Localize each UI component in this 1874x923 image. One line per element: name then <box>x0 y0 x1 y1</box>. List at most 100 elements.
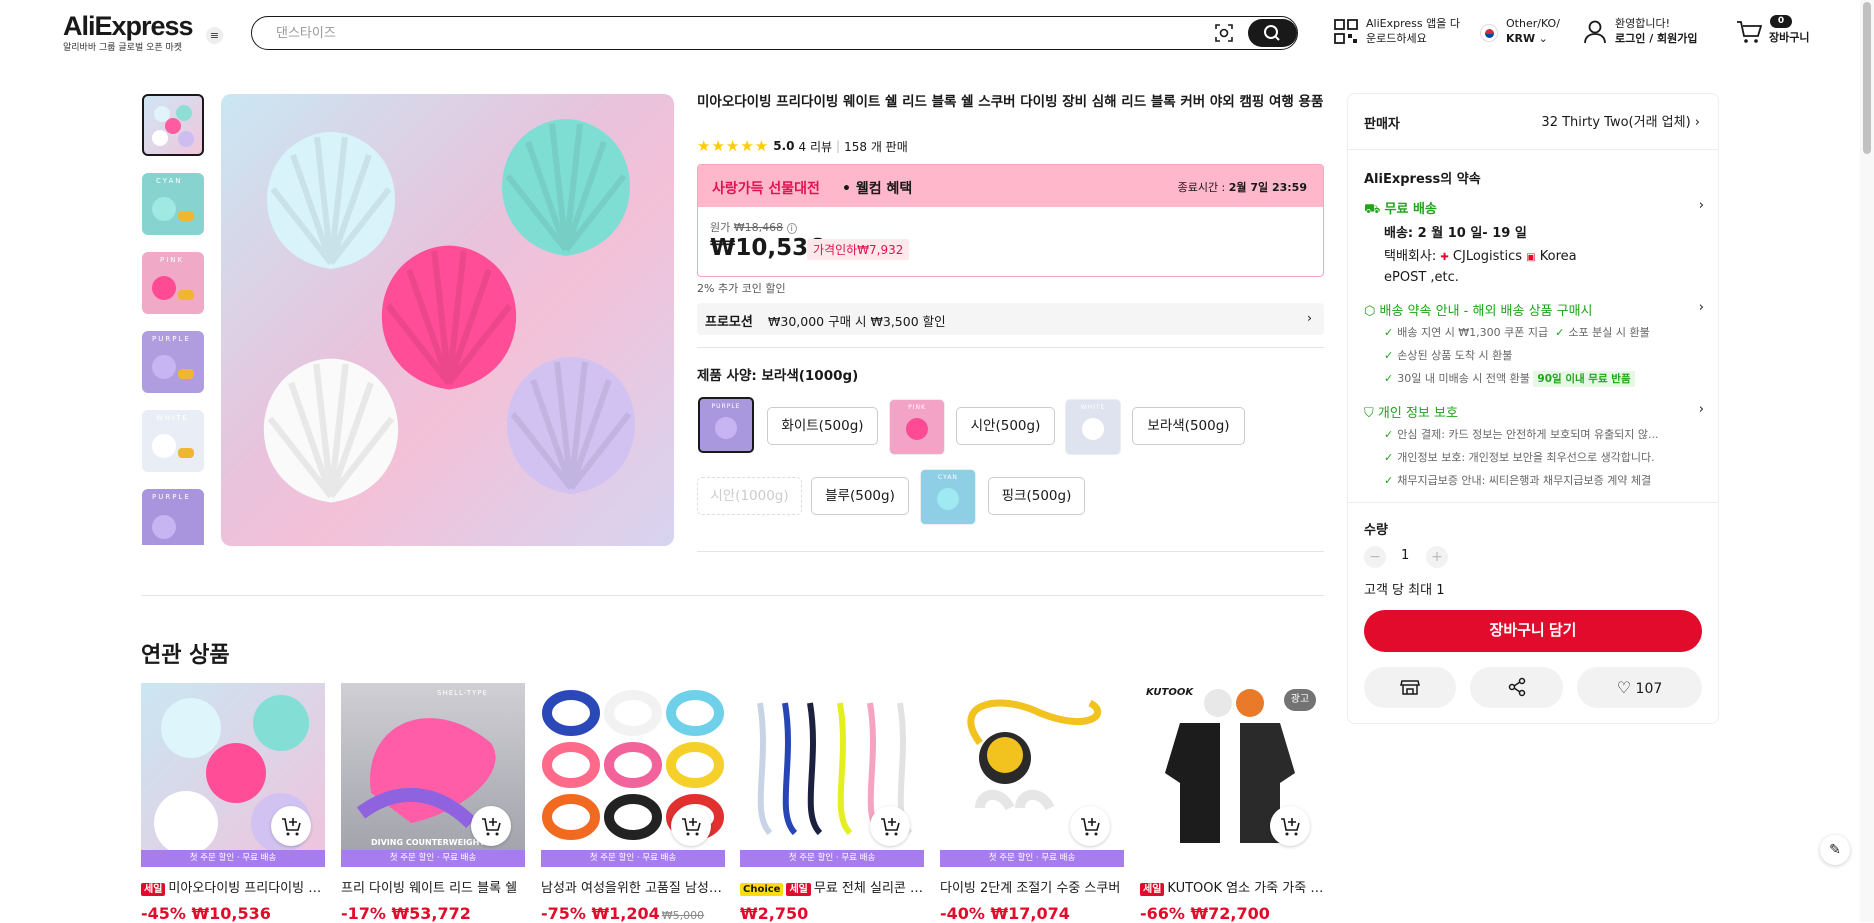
option-white[interactable]: WHITE <box>1065 399 1121 455</box>
related-product-card[interactable]: 첫 주문 할인 · 무료 배송 다이빙 2단계 조절기 수중 스쿠버 -40% … <box>940 683 1124 923</box>
product-price: -45% ₩10,536 <box>141 904 325 923</box>
download-app-link[interactable]: AliExpress 앱을 다 운로드하세요 <box>1366 16 1460 46</box>
add-to-cart-icon[interactable] <box>870 806 910 846</box>
add-to-cart-icon[interactable] <box>1070 806 1110 846</box>
review-count[interactable]: 4 리뷰 <box>799 138 833 155</box>
related-product-card[interactable]: 첫 주문 할인 · 무료 배송 Choice세일무료 전체 실리콘 스노클 ₩2… <box>740 683 924 923</box>
product-name: 다이빙 2단계 조절기 수중 스쿠버 <box>940 881 1121 896</box>
divider <box>697 551 1324 552</box>
page-scrollbar-thumb[interactable] <box>1863 2 1871 154</box>
thumbnail-1[interactable] <box>142 94 204 156</box>
thumbnail-2-label: CYAN <box>156 177 183 185</box>
quantity-decrease-button[interactable]: − <box>1364 546 1386 568</box>
privacy-title: 개인 정보 보호 <box>1377 406 1458 421</box>
thumbnail-3[interactable]: PINK <box>142 252 204 314</box>
user-icon[interactable] <box>1584 20 1606 44</box>
privacy-row[interactable]: ⛉ 개인 정보 보호 <box>1364 402 1458 421</box>
first-order-strip: 첫 주문 할인 · 무료 배송 <box>141 850 325 867</box>
divider <box>697 347 1324 348</box>
wishlist-button[interactable]: ♡ 107 <box>1577 667 1702 708</box>
guarantee-title: 배송 약속 안내 - 해외 배송 상품 구매시 <box>1379 304 1593 319</box>
menu-icon[interactable]: ≡ <box>206 27 223 44</box>
rating-row[interactable]: ★★★★★ 5.0 4 리뷰 | 158 개 판매 <box>697 137 908 155</box>
product-thumbnail: 첫 주문 할인 · 무료 배송 <box>541 683 725 867</box>
brand-name: AliExpress <box>63 11 194 41</box>
aliexpress-logo[interactable]: AliExpress 알리바바 그룹 글로벌 오픈 마켓 <box>63 11 194 53</box>
free-shipping-row[interactable]: ⛟ 무료 배송 <box>1364 198 1437 219</box>
option-cyan[interactable]: CYAN <box>920 469 976 525</box>
welcome-text: 환영합니다! <box>1615 17 1671 30</box>
option-purple-1000g[interactable]: PURPLE <box>698 397 754 453</box>
check-icon: ✓ <box>1384 451 1394 464</box>
seller-link[interactable]: 32 Thirty Two(거래 업체) › <box>1541 111 1700 130</box>
image-search-icon[interactable] <box>1213 22 1235 44</box>
add-to-cart-button[interactable]: 장바구니 담기 <box>1364 610 1702 652</box>
price-promo-box: 사랑가득 선물대전 • 웰컴 혜택 종료시간 : 2월 7일 23:59 원가 … <box>697 164 1324 277</box>
delivery-guarantee-row[interactable]: ⬡ 배송 약속 안내 - 해외 배송 상품 구매시 <box>1364 300 1593 319</box>
product-price: -40% ₩17,074 <box>940 904 1124 923</box>
shield-icon: ⛉ <box>1364 406 1374 421</box>
cart-label[interactable]: 장바구니 <box>1769 30 1809 45</box>
add-to-cart-icon[interactable] <box>671 806 711 846</box>
add-to-cart-icon[interactable] <box>1270 806 1310 846</box>
store-button[interactable] <box>1364 667 1456 708</box>
option-white-500g[interactable]: 화이트(500g) <box>767 407 878 445</box>
thumbnail-6[interactable]: PURPLE <box>142 489 204 545</box>
strike-price: ₩5,000 <box>661 909 705 922</box>
info-icon[interactable]: i <box>786 223 797 234</box>
guarantee-item: ✓ 배송 지연 시 ₩1,300 쿠폰 지급 ✓ 소포 분실 시 환불 <box>1384 324 1650 340</box>
locale-selector[interactable]: Other/KO/KRW ⌄ <box>1506 16 1560 46</box>
shell-type-text: SHELL-TYPE <box>437 689 488 697</box>
qr-code-icon[interactable] <box>1334 19 1358 45</box>
cart-icon[interactable] <box>1736 20 1762 44</box>
add-to-cart-icon[interactable] <box>271 806 311 846</box>
carrier-prefix: 택배회사: <box>1384 249 1437 264</box>
edit-pen-icon[interactable]: ✎ <box>1820 835 1850 865</box>
discount-percent: -17% <box>341 904 386 923</box>
option-blue-500g[interactable]: 블루(500g) <box>811 477 909 515</box>
option-purple-500g[interactable]: 보라색(500g) <box>1132 407 1245 445</box>
related-product-card[interactable]: 첫 주문 할인 · 무료 배송 남성과 여성을위한 고품질 남성용 벨트 -75… <box>541 683 725 923</box>
end-time-label: 종료시간 : <box>1177 181 1226 194</box>
chevron-right-icon[interactable]: › <box>1699 402 1704 417</box>
option-cyan-1000g[interactable]: 시안(1000g) <box>697 477 802 515</box>
related-product-card[interactable]: KUTOOK 광고 세일 KUTOOK 염소 가죽 가죽 장갑 -66% ₩72,… <box>1140 683 1324 923</box>
chevron-right-icon[interactable]: › <box>1699 198 1704 213</box>
option-pink-500g[interactable]: 핑크(500g) <box>988 477 1085 515</box>
chevron-right-icon[interactable]: › <box>1699 300 1704 315</box>
first-order-strip: 첫 주문 할인 · 무료 배송 <box>940 850 1124 867</box>
free-return-badge: 90일 이내 무료 반품 <box>1533 371 1635 387</box>
promotion-row[interactable]: 프로모션 ₩30,000 구매 시 ₩3,500 할인 › <box>697 303 1324 335</box>
promo-welcome: • 웰컴 혜택 <box>842 181 913 197</box>
shells-thumbnail <box>152 105 194 147</box>
thumbnail-5[interactable]: WHITE <box>142 410 204 472</box>
quantity-value[interactable]: 1 <box>1401 548 1409 563</box>
thumbnail-4[interactable]: PURPLE <box>142 331 204 393</box>
quantity-increase-button[interactable]: + <box>1426 546 1448 568</box>
seller-label: 판매자 <box>1364 117 1400 132</box>
thumbnail-2[interactable]: CYAN <box>142 173 204 235</box>
option-cyan-500g[interactable]: 시안(500g) <box>956 407 1055 445</box>
option-image-label: CYAN <box>938 474 958 481</box>
divider: | <box>836 139 841 153</box>
search-input[interactable] <box>276 23 1176 43</box>
shell-weights-image <box>221 94 674 546</box>
discount-percent: -40% <box>940 904 985 923</box>
truck-icon: ⛟ <box>1364 202 1381 217</box>
promotion-text: ₩30,000 구매 시 ₩3,500 할인 <box>768 314 946 329</box>
cj-logo-icon: ✚ <box>1440 252 1449 263</box>
share-button[interactable] <box>1470 667 1563 708</box>
divider <box>1348 502 1718 503</box>
product-price: -75% ₩1,204 ₩5,000 <box>541 904 725 923</box>
add-to-cart-icon[interactable] <box>471 806 511 846</box>
main-product-image[interactable] <box>221 94 674 546</box>
divider <box>141 595 1324 596</box>
account-link[interactable]: 환영합니다! 로그인 / 회원가입 <box>1615 16 1698 46</box>
product-name-text: 미아오다이빙 프리다이빙 웨이트 쉘 <box>168 881 325 896</box>
related-product-card[interactable]: 첫 주문 할인 · 무료 배송 세일미아오다이빙 프리다이빙 웨이트 쉘 -45… <box>141 683 325 923</box>
option-pink[interactable]: PINK <box>889 399 945 455</box>
product-title: 미아오다이빙 프리다이빙 웨이트 쉘 리드 블록 쉘 스쿠버 다이빙 장비 심해… <box>697 94 1324 110</box>
related-product-card[interactable]: SHELL-TYPE DIVING COUNTERWEIGHT 첫 주문 할인 … <box>341 683 525 923</box>
search-button[interactable] <box>1248 19 1297 47</box>
ad-badge: 광고 <box>1284 689 1316 711</box>
